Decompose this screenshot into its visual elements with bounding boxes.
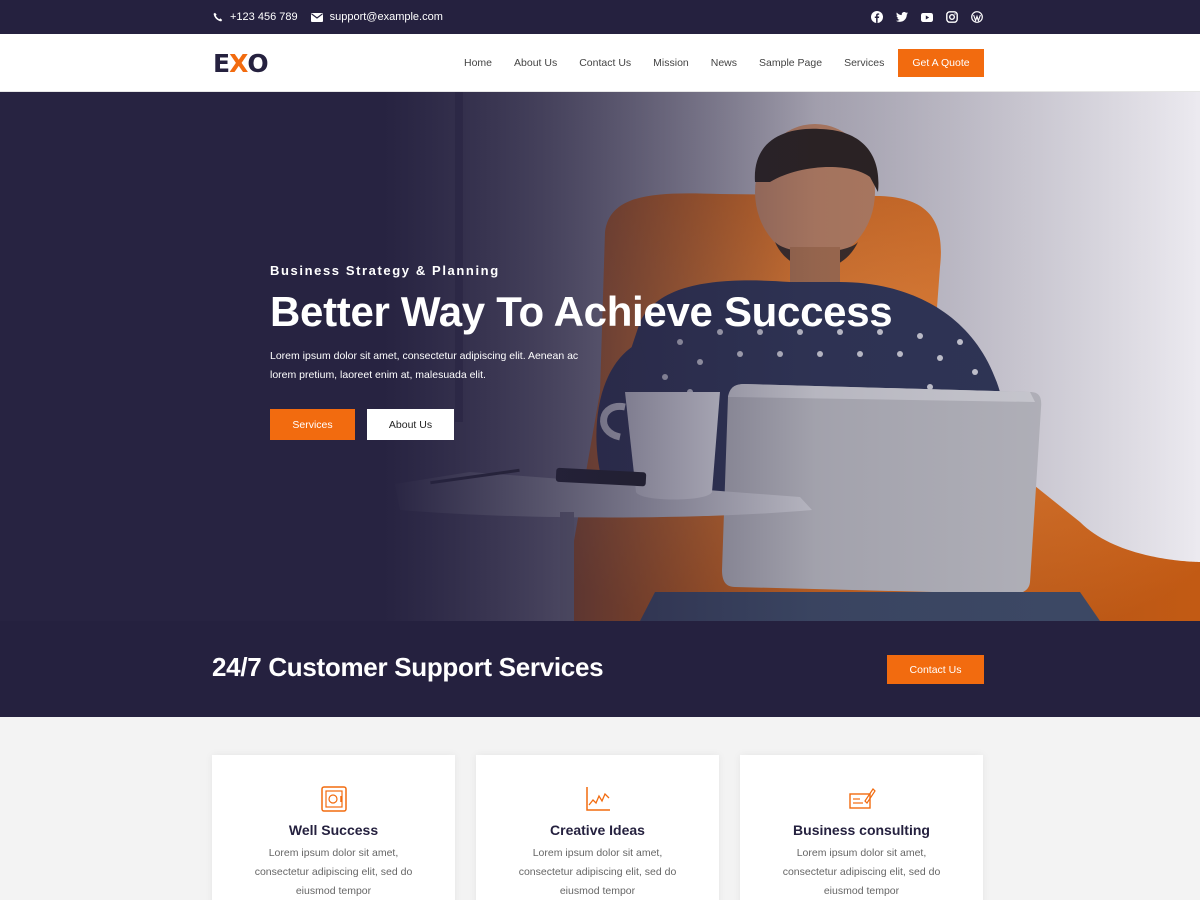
nav-news[interactable]: News [711, 57, 737, 69]
social-links [858, 0, 983, 34]
facebook-icon[interactable] [871, 11, 883, 23]
feature-card-title: Well Success [288, 822, 379, 838]
nav-about-us[interactable]: About Us [514, 57, 557, 69]
site-header: EXO Home About Us Contact Us Mission New… [0, 34, 1200, 92]
cheque-icon [848, 788, 876, 809]
hero-overlay [0, 92, 1200, 621]
top-bar: +123 456 789 support@example.com [0, 0, 1200, 34]
wordpress-icon[interactable] [971, 11, 983, 23]
feature-card-title: Creative Ideas [550, 822, 645, 838]
feature-card-text: Lorem ipsum dolor sit amet, consectetur … [518, 847, 677, 897]
nav-home[interactable]: Home [464, 57, 492, 69]
hero-section: Business Strategy & Planning Better Way … [0, 92, 1200, 621]
contact-us-button[interactable]: Contact Us [887, 655, 984, 684]
chart-icon [585, 787, 610, 811]
hero-subtitle: Business Strategy & Planning [270, 263, 500, 278]
feature-card-creative-ideas: Creative Ideas Lorem ipsum dolor sit ame… [476, 755, 719, 900]
feature-card-business-consulting: Business consulting Lorem ipsum dolor si… [740, 755, 983, 900]
youtube-icon[interactable] [921, 11, 933, 23]
nav-contact-us[interactable]: Contact Us [579, 57, 631, 69]
phone-item[interactable]: +123 456 789 [213, 11, 298, 23]
hero-title: Better Way To Achieve Success [270, 288, 893, 335]
feature-card-text: Lorem ipsum dolor sit amet, consectetur … [254, 847, 413, 897]
feature-card-text: Lorem ipsum dolor sit amet, consectetur … [782, 847, 941, 897]
twitter-icon[interactable] [896, 11, 908, 23]
nav-services[interactable]: Services [844, 57, 884, 69]
hero-services-button[interactable]: Services [270, 409, 355, 440]
nav-sample-page[interactable]: Sample Page [759, 57, 822, 69]
main-navigation: Home About Us Contact Us Mission News Sa… [464, 34, 906, 92]
hero-about-us-button[interactable]: About Us [367, 409, 454, 440]
get-a-quote-button[interactable]: Get A Quote [898, 49, 984, 77]
logo-letter-o: O [247, 48, 268, 78]
features-section: Well Success Lorem ipsum dolor sit amet,… [0, 717, 1200, 900]
hero-description: Lorem ipsum dolor sit amet, consectetur … [270, 350, 579, 381]
feature-card-title: Business consulting [793, 822, 930, 838]
site-logo[interactable]: EXO [213, 48, 269, 78]
phone-icon [213, 12, 223, 22]
instagram-icon[interactable] [946, 11, 958, 23]
nav-mission[interactable]: Mission [653, 57, 689, 69]
support-banner: 24/7 Customer Support Services Contact U… [0, 621, 1200, 717]
logo-letter-e: E [213, 48, 230, 78]
support-title: 24/7 Customer Support Services [212, 652, 604, 682]
email-item[interactable]: support@example.com [310, 11, 443, 23]
envelope-icon [310, 12, 323, 22]
feature-card-well-success: Well Success Lorem ipsum dolor sit amet,… [212, 755, 455, 900]
email-address: support@example.com [329, 11, 443, 23]
phone-number: +123 456 789 [230, 11, 298, 23]
safe-icon [320, 786, 347, 812]
contact-info: +123 456 789 support@example.com [213, 0, 456, 34]
logo-letter-x: X [229, 48, 248, 78]
